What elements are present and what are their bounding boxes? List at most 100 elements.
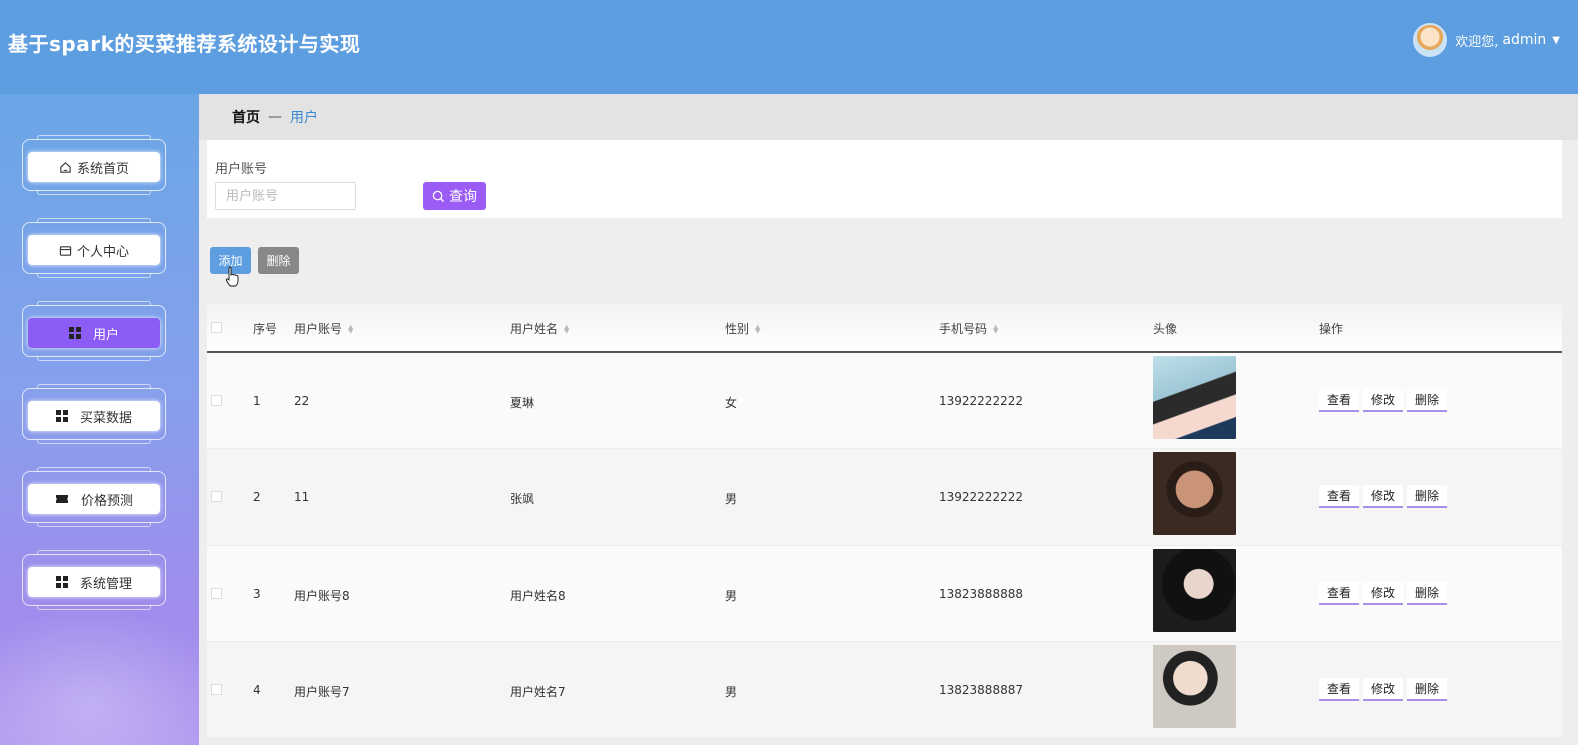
row-actions: 查看 修改 删除 [1319,389,1451,412]
search-panel: 用户账号 查询 [207,140,1562,218]
cell-name: 用户姓名7 [510,684,566,699]
table-row: 1 22 夏琳 女 13922222222 查看 修改 删除 [207,353,1562,450]
table-body: 1 22 夏琳 女 13922222222 查看 修改 删除 2 11 张飒 男… [207,353,1562,739]
cell-name: 张飒 [510,492,535,507]
sidebar-item-label: 买菜数据 [79,410,132,426]
cell-name: 夏琳 [510,396,535,410]
sidebar-item-home[interactable]: 系统首页 [22,135,166,195]
menu-button[interactable]: 价格预测 [28,484,160,514]
row-checkbox[interactable] [211,683,222,695]
table-header: 序号 用户账号 ▲ ▼ 用户姓名 ▲ ▼ 性别 ▲ ▼ 手机号码 ▲ ▼ 头像 操作 [207,303,1562,353]
user-avatar[interactable] [1413,23,1448,57]
cell-gender: 男 [725,684,738,699]
edit-button[interactable]: 修改 [1363,389,1403,412]
cell-name: 用户姓名8 [510,588,566,603]
cell-account: 用户账号8 [294,588,350,603]
sort-icon[interactable]: ▲ ▼ [755,323,760,334]
cell-phone: 13823888887 [939,682,1023,697]
column-header-ops: 操作 [1319,322,1344,336]
row-delete-button[interactable]: 删除 [1407,485,1447,509]
row-checkbox[interactable] [211,491,222,503]
user-menu[interactable]: 欢迎您, admin ▼ [1413,22,1560,58]
table-row: 2 11 张飒 男 13922222222 查看 修改 删除 [207,449,1562,546]
row-actions: 查看 修改 删除 [1319,581,1451,605]
sidebar-item-label: 系统管理 [79,576,132,592]
cell-index: 3 [253,586,261,601]
column-header-avatar: 头像 [1153,322,1178,336]
grid-icon [55,410,68,422]
breadcrumb-separator: — [268,109,282,125]
sidebar-item-label: 系统首页 [76,161,129,177]
avatar-image [1153,452,1236,536]
sidebar-item-system-admin[interactable]: 系统管理 [22,550,166,610]
sidebar-item-price-forecast[interactable]: 价格预测 [22,467,166,527]
cell-account: 用户账号7 [294,684,350,699]
ticket-icon [55,492,69,506]
column-header-index: 序号 [253,322,278,336]
edit-button[interactable]: 修改 [1363,677,1403,701]
wallet-icon [59,243,73,257]
sidebar-item-label: 用户 [92,327,119,343]
row-actions: 查看 修改 删除 [1319,677,1451,701]
query-button[interactable]: 查询 [423,182,486,210]
view-button[interactable]: 查看 [1319,485,1359,509]
cell-phone: 13823888888 [939,586,1023,601]
cell-index: 4 [253,682,261,697]
username[interactable]: admin [1502,32,1546,48]
row-checkbox[interactable] [211,587,222,599]
menu-button[interactable]: 系统管理 [28,567,160,597]
column-header-account[interactable]: 用户账号 ▲ ▼ [294,320,353,337]
edit-button[interactable]: 修改 [1363,581,1403,605]
column-header-label: 用户姓名 [510,322,559,336]
column-header-label: 手机号码 [939,322,988,336]
menu-button[interactable]: 系统首页 [28,152,160,182]
column-header-label: 性别 [725,322,750,336]
sidebar-item-shopping-data[interactable]: 买菜数据 [22,384,166,444]
sort-icon[interactable]: ▲ ▼ [348,323,353,334]
cell-gender: 女 [725,396,738,410]
sidebar-item-users[interactable]: 用户 [22,301,166,361]
app-title: 基于spark的买菜推荐系统设计与实现 [8,32,361,56]
row-delete-button[interactable]: 删除 [1407,581,1447,605]
cell-gender: 男 [725,588,738,603]
avatar-image [1153,356,1236,439]
query-button-label: 查询 [449,189,477,205]
edit-button[interactable]: 修改 [1363,485,1403,509]
menu-button[interactable]: 用户 [28,318,160,348]
breadcrumb-home[interactable]: 首页 [232,107,260,127]
view-button[interactable]: 查看 [1319,389,1359,412]
sort-icon[interactable]: ▲ ▼ [993,323,998,334]
column-header-label: 用户账号 [294,322,343,336]
sidebar-item-profile[interactable]: 个人中心 [22,218,166,278]
row-checkbox[interactable] [211,395,222,406]
cell-phone: 13922222222 [939,490,1023,505]
row-delete-button[interactable]: 删除 [1407,389,1447,412]
users-table: 序号 用户账号 ▲ ▼ 用户姓名 ▲ ▼ 性别 ▲ ▼ 手机号码 ▲ ▼ 头像 操作 1… [207,303,1562,745]
delete-button[interactable]: 删除 [258,247,299,274]
column-header-name[interactable]: 用户姓名 ▲ ▼ [510,320,569,337]
select-all-checkbox[interactable] [211,322,222,333]
grid-icon [55,576,68,588]
account-search-input[interactable] [215,182,356,210]
search-label: 用户账号 [215,162,268,177]
breadcrumb-current: 用户 [290,110,318,126]
menu-button[interactable]: 买菜数据 [28,401,160,431]
sort-icon[interactable]: ▲ ▼ [564,323,569,334]
breadcrumb: 首页 — 用户 [199,94,1578,140]
column-header-gender[interactable]: 性别 ▲ ▼ [725,320,760,337]
sidebar-item-label: 价格预测 [80,493,133,509]
menu-button[interactable]: 个人中心 [28,235,160,265]
caret-down-icon[interactable]: ▼ [1552,35,1560,46]
cell-account: 11 [294,490,310,505]
cell-index: 1 [253,394,261,408]
row-delete-button[interactable]: 删除 [1407,677,1447,701]
view-button[interactable]: 查看 [1319,581,1359,605]
avatar-image [1153,548,1236,632]
table-row: 3 用户账号8 用户姓名8 男 13823888888 查看 修改 删除 [207,545,1562,642]
search-icon [432,190,445,202]
hand-cursor-icon [225,266,239,287]
top-header: 基于spark的买菜推荐系统设计与实现 欢迎您, admin ▼ [0,0,1578,94]
column-header-phone[interactable]: 手机号码 ▲ ▼ [939,320,998,337]
view-button[interactable]: 查看 [1319,677,1359,701]
grid-icon [68,327,81,339]
